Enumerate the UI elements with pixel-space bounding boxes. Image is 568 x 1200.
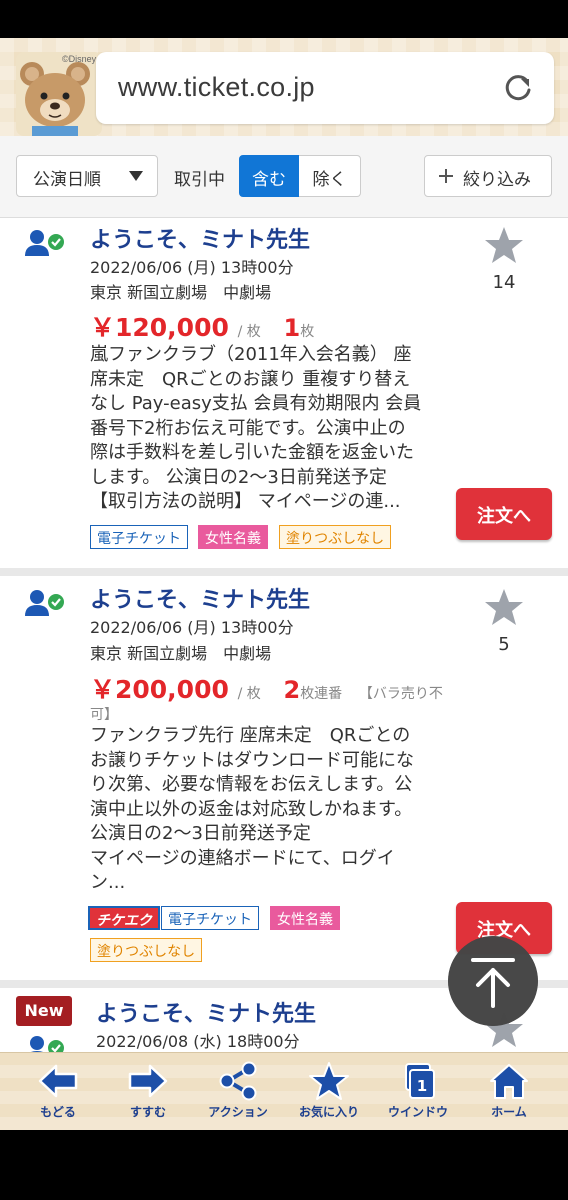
tag-e-ticket: 電子チケット	[161, 906, 259, 930]
listing-title[interactable]: ようこそ、ミナト先生	[90, 582, 310, 614]
favorite-star-icon[interactable]	[484, 588, 524, 626]
desc-line: ン...	[90, 872, 126, 893]
listing-description: ファンクラブ先行 座席未定 QRごとの お譲りチケットはダウンロード可能にな り…	[90, 724, 438, 896]
tag-e-ticket: 電子チケット	[90, 525, 188, 549]
window-button[interactable]: 1 ウインドウ	[376, 1061, 460, 1127]
listing-date: 2022/06/06 (月) 13時00分	[90, 618, 294, 637]
back-label: もどる	[40, 1105, 76, 1119]
forward-arrow-icon	[128, 1064, 168, 1098]
order-button[interactable]: 注文へ	[456, 488, 552, 540]
status-bar	[0, 0, 568, 38]
star-icon	[309, 1062, 349, 1100]
window-icon: 1	[405, 1063, 435, 1099]
new-badge: New	[16, 996, 72, 1026]
listing-venue: 東京 新国立劇場 中劇場	[90, 644, 272, 663]
listing-price-row: ￥200,000 / 枚 2枚連番 【バラ売り不	[90, 670, 443, 706]
quantity-unit: 枚	[300, 324, 315, 340]
forward-button[interactable]: すすむ	[106, 1061, 190, 1127]
deal-status-label: 取引中	[174, 170, 225, 190]
listing-title[interactable]: ようこそ、ミナト先生	[90, 222, 310, 254]
filter-bar: 公演日順 取引中 含む 除く 絞り込み	[0, 136, 568, 218]
divider	[0, 568, 568, 576]
forward-label: すすむ	[129, 1105, 166, 1119]
browser-header: ©Disney www.ticket.co.jp	[0, 38, 568, 136]
back-button[interactable]: もどる	[16, 1061, 100, 1127]
home-label: ホーム	[491, 1105, 527, 1119]
favorite-count: 14	[492, 272, 516, 293]
price-per-label: / 枚	[237, 324, 261, 340]
browser-toolbar: もどる すすむ アクション お気に入り 1 ウインドウ ホーム	[0, 1052, 568, 1130]
url-text[interactable]: www.ticket.co.jp	[118, 72, 315, 103]
narrow-down-button[interactable]: 絞り込み	[424, 155, 552, 197]
listing-title[interactable]: ようこそ、ミナト先生	[96, 996, 316, 1028]
listing-price-row: ￥120,000 / 枚 1枚	[90, 308, 314, 344]
tag-female-name: 女性名義	[198, 525, 268, 549]
exclude-toggle[interactable]: 除く	[299, 155, 361, 197]
desc-line: 【取引方法の説明】 マイページの連...	[90, 491, 401, 512]
window-label: ウインドウ	[387, 1105, 448, 1119]
price-per-label: / 枚	[237, 686, 261, 702]
tag-no-fill: 塗りつぶしなし	[279, 525, 392, 549]
sort-select[interactable]: 公演日順	[16, 155, 158, 197]
dropdown-caret-icon	[129, 171, 143, 181]
desc-line: 嵐ファンクラブ（2011年入会名義） 座	[90, 344, 412, 365]
action-label: アクション	[208, 1105, 268, 1119]
back-arrow-icon	[38, 1064, 78, 1098]
favorites-label: お気に入り	[298, 1105, 359, 1119]
listing-card[interactable]: ようこそ、ミナト先生 2022/06/06 (月) 13時00分 東京 新国立劇…	[0, 218, 568, 568]
tag-ticket-exchange: チケエク	[88, 906, 160, 930]
desc-line: します。 公演日の2〜3日前発送予定	[90, 466, 387, 488]
address-bar[interactable]: www.ticket.co.jp	[96, 52, 554, 124]
desc-line: 際は手数料を差し引いた金額を返金いた	[90, 442, 414, 463]
reload-icon[interactable]	[500, 70, 536, 106]
listing-card[interactable]: ようこそ、ミナト先生 2022/06/06 (月) 13時00分 東京 新国立劇…	[0, 576, 568, 980]
quantity-note: 【バラ売り不	[358, 686, 443, 702]
quantity-note-cont: 可】	[90, 707, 118, 723]
copyright-label: ©Disney	[62, 54, 97, 64]
narrow-down-label: 絞り込み	[463, 170, 531, 190]
favorite-star-icon[interactable]	[484, 226, 524, 264]
favorite-count: 5	[498, 634, 510, 655]
listing-venue: 東京 新国立劇場 中劇場	[90, 283, 272, 302]
verified-user-icon	[30, 1036, 64, 1052]
desc-line: マイページの連絡ボードにて、ログイ	[90, 847, 395, 869]
tag-no-fill: 塗りつぶしなし	[90, 938, 203, 962]
scroll-to-top-button[interactable]	[448, 936, 538, 1026]
listing-date: 2022/06/08 (水) 18時00分	[96, 1032, 300, 1051]
desc-line: 番号下2桁お伝え可能です。公演中止の	[90, 417, 406, 439]
verified-user-icon	[25, 590, 64, 616]
listing-date: 2022/06/06 (月) 13時00分	[90, 258, 294, 277]
action-button[interactable]: アクション	[196, 1061, 280, 1127]
window-count: 1	[417, 1077, 427, 1095]
price-value: ￥200,000	[90, 675, 229, 704]
plus-icon	[439, 169, 453, 183]
system-nav-bar	[0, 1130, 568, 1200]
tag-female-name: 女性名義	[270, 906, 340, 930]
desc-line: 演中止以外の返金は対応致しかねます。	[90, 798, 413, 820]
verified-user-icon	[25, 230, 64, 256]
favorites-button[interactable]: お気に入り	[287, 1061, 371, 1127]
include-toggle[interactable]: 含む	[239, 155, 299, 197]
app-screen: ©Disney www.ticket.co.jp 公演日順 取引中 含む 除く …	[0, 0, 568, 1200]
desc-line: なし Pay-easy支払 会員有効期限内 会員	[90, 393, 422, 414]
price-value: ￥120,000	[90, 313, 229, 342]
share-icon	[219, 1061, 257, 1101]
quantity-unit: 枚連番	[300, 686, 343, 702]
quantity-value: 1	[283, 314, 301, 342]
quantity-value: 2	[283, 676, 301, 704]
home-button[interactable]: ホーム	[467, 1061, 551, 1127]
desc-line: 公演日の2〜3日前発送予定	[90, 823, 311, 844]
desc-line: 席未定 QRごとのお譲り 重複すり替え	[90, 368, 411, 390]
desc-line: ファンクラブ先行 座席未定 QRごとの	[90, 725, 411, 746]
desc-line: お譲りチケットはダウンロード可能にな	[90, 749, 414, 771]
listing-description: 嵐ファンクラブ（2011年入会名義） 座 席未定 QRごとのお譲り 重複すり替え…	[90, 343, 438, 515]
sort-label: 公演日順	[33, 170, 101, 190]
home-icon	[490, 1064, 528, 1099]
bear-logo-icon	[16, 52, 102, 136]
desc-line: り次第、必要な情報をお伝えします。公	[90, 774, 413, 795]
